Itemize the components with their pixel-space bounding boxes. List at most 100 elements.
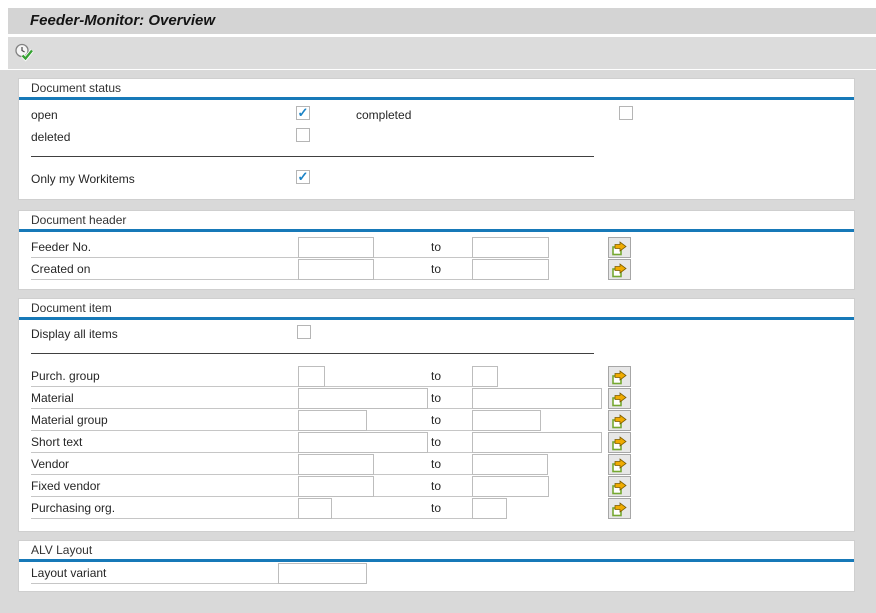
created-on-multi-selection-button[interactable]: [608, 259, 631, 280]
row-underline: [31, 257, 472, 258]
section-title: Document item: [31, 301, 112, 315]
material-group-to-input[interactable]: [472, 410, 541, 431]
fixed-vendor-from-input[interactable]: [298, 476, 374, 497]
created-on-from-input[interactable]: [298, 259, 374, 280]
short-text-to-input[interactable]: [472, 432, 602, 453]
to-label: to: [431, 501, 441, 515]
multi-selection-icon: [611, 457, 628, 473]
purch-group-multi-selection-button[interactable]: [608, 366, 631, 387]
completed-label: completed: [356, 108, 411, 122]
section-title: ALV Layout: [31, 543, 92, 557]
row-underline: [31, 279, 472, 280]
section-document-status: Document status open ✓ completed deleted…: [18, 78, 855, 200]
completed-checkbox[interactable]: [619, 106, 633, 120]
multi-selection-icon: [611, 369, 628, 385]
display-all-items-label: Display all items: [31, 327, 118, 341]
multi-selection-icon: [611, 479, 628, 495]
feeder-no-label: Feeder No.: [31, 240, 91, 254]
feeder-no-to-input[interactable]: [472, 237, 549, 258]
layout-variant-input[interactable]: [278, 563, 367, 584]
field-row-purchasing-org: Purchasing org. to: [31, 498, 651, 520]
page-title: Feeder-Monitor: Overview: [8, 8, 876, 34]
field-row-fixed-vendor: Fixed vendor to: [31, 476, 651, 498]
short-text-multi-selection-button[interactable]: [608, 432, 631, 453]
fixed-vendor-label: Fixed vendor: [31, 479, 100, 493]
sap-selection-screen: Feeder-Monitor: Overview Document status…: [0, 0, 876, 613]
multi-selection-icon: [611, 391, 628, 407]
material-multi-selection-button[interactable]: [608, 388, 631, 409]
multi-selection-icon: [611, 240, 628, 256]
section-rule: [19, 317, 854, 320]
vendor-to-input[interactable]: [472, 454, 548, 475]
multi-selection-icon: [611, 262, 628, 278]
field-row-layout-variant: Layout variant: [31, 563, 651, 585]
purch-group-from-input[interactable]: [298, 366, 325, 387]
row-underline: [31, 430, 472, 431]
to-label: to: [431, 479, 441, 493]
purchasing-org-to-input[interactable]: [472, 498, 507, 519]
field-row-material: Material to: [31, 388, 651, 410]
status-divider: [31, 156, 594, 157]
section-rule: [19, 97, 854, 100]
execute-button[interactable]: [12, 41, 36, 65]
only-my-workitems-checkbox[interactable]: ✓: [296, 170, 310, 184]
section-title: Document status: [31, 81, 121, 95]
execute-clock-check-icon: [14, 43, 34, 63]
created-on-to-input[interactable]: [472, 259, 549, 280]
material-label: Material: [31, 391, 74, 405]
multi-selection-icon: [611, 501, 628, 517]
to-label: to: [431, 240, 441, 254]
row-underline: [31, 386, 472, 387]
purch-group-to-input[interactable]: [472, 366, 498, 387]
to-label: to: [431, 262, 441, 276]
purchasing-org-from-input[interactable]: [298, 498, 332, 519]
field-row-vendor: Vendor to: [31, 454, 651, 476]
row-underline: [31, 583, 278, 584]
field-row-feeder-no: Feeder No. to: [31, 237, 651, 259]
deleted-label: deleted: [31, 130, 70, 144]
multi-selection-icon: [611, 413, 628, 429]
short-text-label: Short text: [31, 435, 82, 449]
deleted-checkbox[interactable]: [296, 128, 310, 142]
material-from-input[interactable]: [298, 388, 428, 409]
layout-variant-label: Layout variant: [31, 566, 106, 580]
open-label: open: [31, 108, 58, 122]
fixed-vendor-to-input[interactable]: [472, 476, 549, 497]
feeder-no-from-input[interactable]: [298, 237, 374, 258]
multi-selection-icon: [611, 435, 628, 451]
display-all-items-checkbox[interactable]: [297, 325, 311, 339]
purch-group-label: Purch. group: [31, 369, 100, 383]
material-group-from-input[interactable]: [298, 410, 367, 431]
field-row-purch-group: Purch. group to: [31, 366, 651, 388]
application-toolbar: [8, 37, 876, 69]
field-row-created-on: Created on to: [31, 259, 651, 281]
to-label: to: [431, 457, 441, 471]
feeder-no-multi-selection-button[interactable]: [608, 237, 631, 258]
row-underline: [31, 474, 472, 475]
created-on-label: Created on: [31, 262, 90, 276]
purchasing-org-multi-selection-button[interactable]: [608, 498, 631, 519]
vendor-multi-selection-button[interactable]: [608, 454, 631, 475]
section-alv-layout: ALV Layout Layout variant: [18, 540, 855, 592]
item-divider: [31, 353, 594, 354]
open-checkbox[interactable]: ✓: [296, 106, 310, 120]
field-row-short-text: Short text to: [31, 432, 651, 454]
field-row-material-group: Material group to: [31, 410, 651, 432]
vendor-label: Vendor: [31, 457, 69, 471]
fixed-vendor-multi-selection-button[interactable]: [608, 476, 631, 497]
purchasing-org-label: Purchasing org.: [31, 501, 115, 515]
section-title: Document header: [31, 213, 126, 227]
section-rule: [19, 229, 854, 232]
title-bar: Feeder-Monitor: Overview: [8, 8, 876, 34]
vendor-from-input[interactable]: [298, 454, 374, 475]
to-label: to: [431, 435, 441, 449]
material-to-input[interactable]: [472, 388, 602, 409]
row-underline: [31, 518, 472, 519]
section-rule: [19, 559, 854, 562]
section-document-item: Document item Display all items Purch. g…: [18, 298, 855, 532]
material-group-multi-selection-button[interactable]: [608, 410, 631, 431]
row-underline: [31, 496, 472, 497]
to-label: to: [431, 369, 441, 383]
short-text-from-input[interactable]: [298, 432, 428, 453]
material-group-label: Material group: [31, 413, 108, 427]
